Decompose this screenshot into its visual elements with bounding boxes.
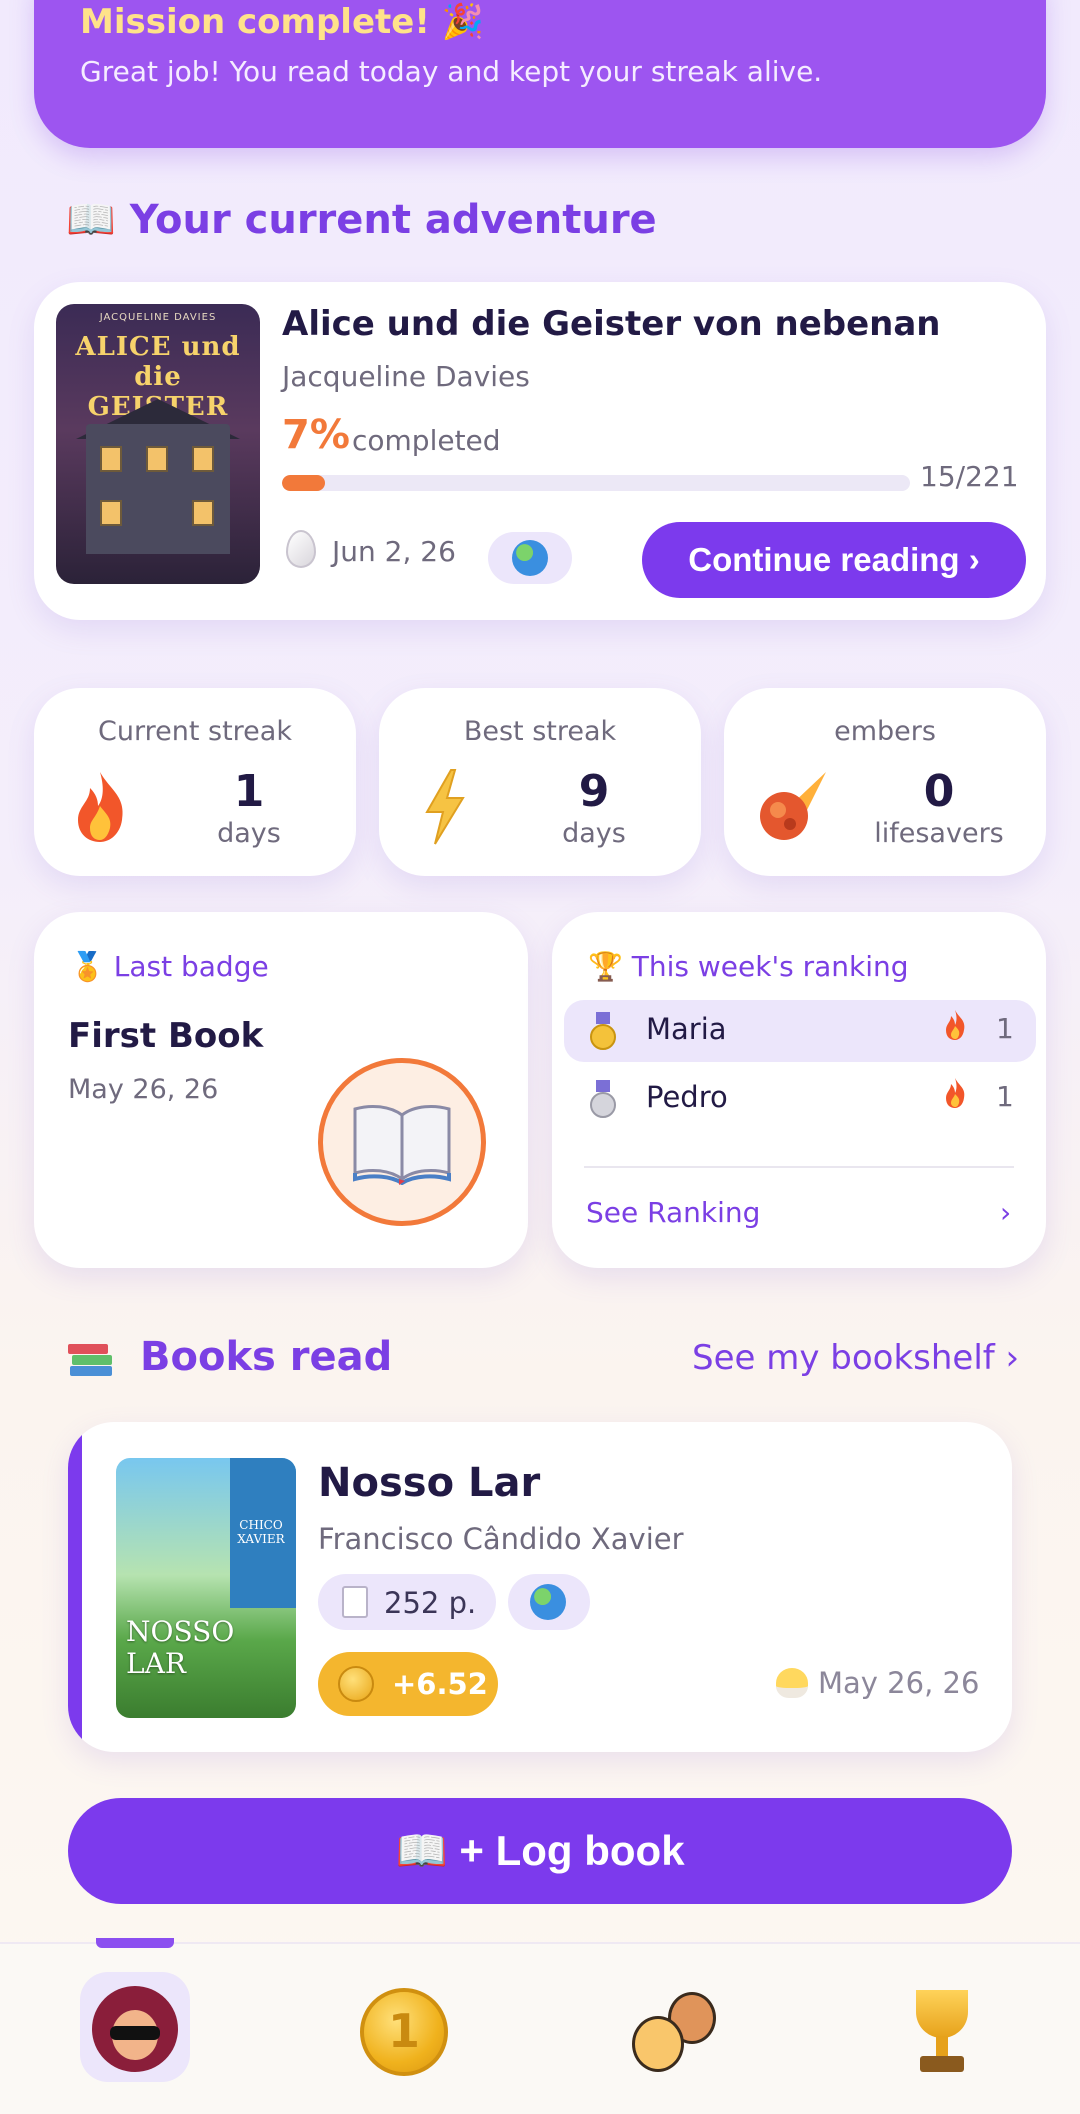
- stat-unit: lifesavers: [874, 818, 1004, 849]
- ranking-score: 1: [996, 1080, 1014, 1113]
- avatar-icon[interactable]: [92, 1986, 178, 2072]
- mission-message: Great job! You read today and kept your …: [80, 55, 823, 88]
- stat-value: 9: [578, 766, 610, 817]
- house-illustration: [86, 424, 230, 554]
- ranking-name: Pedro: [646, 1080, 728, 1114]
- nav-item-coins[interactable]: 1: [360, 1988, 448, 2076]
- card-accent: [68, 1422, 82, 1752]
- last-badge-heading: 🏅 Last badge: [70, 950, 269, 983]
- nav-active-indicator: [96, 1938, 174, 1948]
- stat-value: 1: [233, 766, 265, 817]
- progress-bar: [282, 475, 910, 491]
- fire-icon: [940, 1008, 970, 1050]
- books-read-title: Books read: [140, 1334, 393, 1380]
- friend-face-icon: [632, 2016, 684, 2072]
- stat-card-embers: embers 0 lifesavers: [724, 688, 1046, 876]
- stat-card-best-streak: Best streak 9 days: [379, 688, 701, 876]
- chevron-right-icon[interactable]: ›: [1000, 1196, 1011, 1229]
- book-author: Jacqueline Davies: [282, 360, 530, 393]
- stat-value: 0: [923, 766, 955, 817]
- trophy-icon: [916, 1990, 968, 2038]
- badge-medallion: [318, 1058, 486, 1226]
- book-title: Nosso Lar: [318, 1460, 541, 1506]
- language-badge: [508, 1574, 590, 1630]
- coins-earned: +6.52: [392, 1667, 488, 1701]
- coin-icon: [338, 1666, 374, 1702]
- ranking-row[interactable]: Pedro 1: [564, 1068, 1036, 1130]
- comet-icon: [750, 766, 830, 846]
- books-icon: [66, 1338, 116, 1378]
- page-icon: [342, 1586, 368, 1618]
- see-bookshelf-link[interactable]: See my bookshelf ›: [692, 1338, 1019, 1378]
- fire-icon: [940, 1076, 970, 1118]
- cover-author: JACQUELINE DAVIES: [99, 312, 217, 323]
- badge-date: May 26, 26: [68, 1074, 219, 1105]
- egg-icon: [286, 530, 316, 568]
- progress-bar-fill: [282, 475, 325, 491]
- nav-item-friends[interactable]: [628, 1986, 720, 2078]
- lightning-icon: [405, 766, 485, 846]
- fire-icon: [60, 766, 140, 846]
- ranking-row[interactable]: Maria 1: [564, 1000, 1036, 1062]
- progress-percent-label: completed: [352, 424, 501, 457]
- stat-card-current-streak: Current streak 1 days: [34, 688, 356, 876]
- pages-count: 252 p.: [384, 1586, 477, 1620]
- coins-earned-badge: +6.52: [318, 1652, 498, 1716]
- book-finished-date: May 26, 26: [818, 1666, 980, 1700]
- ranking-name: Maria: [646, 1012, 727, 1046]
- log-book-label: 📖 + Log book: [395, 1827, 685, 1874]
- book-cover[interactable]: JACQUELINE DAVIES ALICE und die GEISTER …: [56, 304, 260, 584]
- progress-count: 15/221: [920, 460, 1019, 493]
- cover-title: NOSSO LAR: [126, 1615, 235, 1680]
- pages-badge: 252 p.: [318, 1574, 496, 1630]
- cover-author: CHICO XAVIER: [237, 1518, 285, 1546]
- divider: [584, 1166, 1014, 1168]
- stat-label: Best streak: [463, 716, 617, 747]
- stat-unit: days: [217, 818, 281, 849]
- mission-title: Mission complete! 🎉: [80, 2, 484, 42]
- open-book-icon: [353, 1105, 451, 1185]
- progress-percent: 7%: [282, 412, 350, 458]
- book-date: Jun 2, 26: [332, 535, 456, 568]
- current-adventure-title: 📖 Your current adventure: [66, 197, 657, 243]
- stat-label: Current streak: [98, 716, 292, 747]
- ranking-heading: 🏆 This week's ranking: [588, 950, 909, 983]
- globe-icon: [512, 540, 548, 576]
- continue-reading-button[interactable]: Continue reading ›: [642, 522, 1026, 598]
- see-ranking-link[interactable]: See Ranking: [586, 1196, 760, 1229]
- log-book-button[interactable]: 📖 + Log book: [68, 1798, 1012, 1904]
- language-badge: [488, 532, 572, 584]
- gold-medal-icon: [588, 1012, 618, 1052]
- coin-icon-number: 1: [387, 2004, 420, 2058]
- badge-name: First Book: [68, 1016, 264, 1056]
- silver-medal-icon: [588, 1080, 618, 1120]
- book-cover[interactable]: CHICO XAVIER NOSSO LAR: [116, 1458, 296, 1718]
- hatching-chick-icon: [776, 1668, 808, 1698]
- book-title: Alice und die Geister von nebenan: [282, 304, 941, 344]
- book-author: Francisco Cândido Xavier: [318, 1522, 684, 1556]
- stat-unit: days: [562, 818, 626, 849]
- nav-item-trophies[interactable]: [906, 1990, 978, 2076]
- stat-label: embers: [834, 716, 936, 747]
- globe-icon: [530, 1584, 566, 1620]
- ranking-score: 1: [996, 1012, 1014, 1045]
